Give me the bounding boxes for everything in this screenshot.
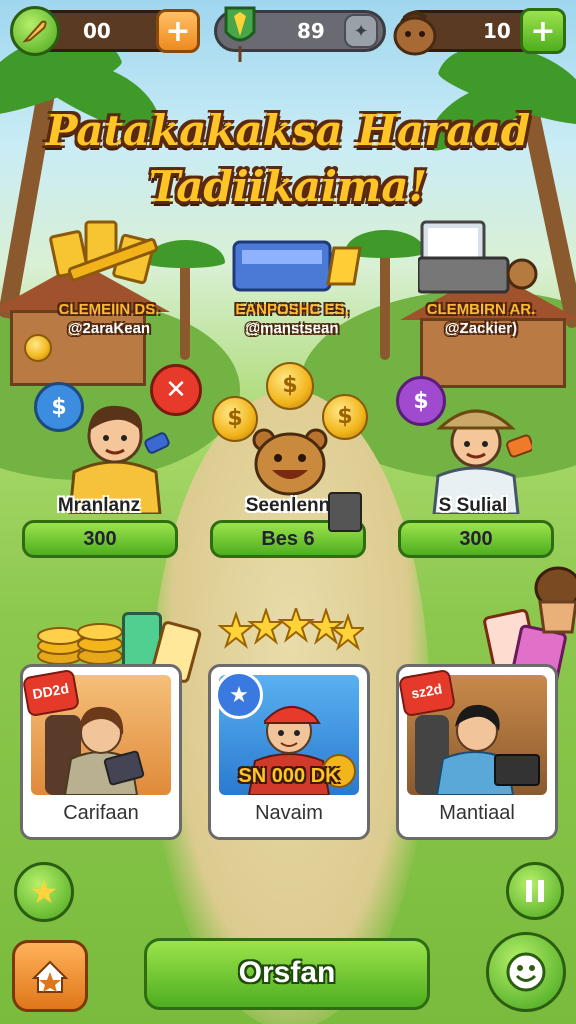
character-center[interactable] bbox=[242, 420, 338, 500]
card-2-title: Navaim bbox=[255, 802, 323, 824]
reward-label-1a: CLEMEIIN DS. bbox=[58, 301, 160, 318]
card-1-title: Carifaan bbox=[63, 802, 139, 824]
character-name-left: Mranlanz bbox=[57, 495, 141, 516]
character-name-right: S Sulial bbox=[438, 495, 508, 516]
home-star-icon[interactable] bbox=[12, 940, 88, 1012]
reward-label-3b: @Zackier) bbox=[444, 320, 518, 337]
title-line2: Tadiikaima! bbox=[148, 162, 428, 211]
add-left-currency-button[interactable]: + bbox=[156, 9, 200, 53]
reward-label-2a: EANPOSHC ES, bbox=[235, 301, 349, 318]
smiley-icon[interactable] bbox=[486, 932, 566, 1012]
laptop-chest-icon bbox=[416, 218, 542, 296]
hud-center-value: 89 bbox=[297, 19, 325, 43]
center-currency-button[interactable]: ✦ bbox=[344, 14, 378, 48]
reward-label-1b: @2araKean bbox=[67, 320, 151, 337]
palm-trunk bbox=[380, 240, 390, 360]
coin-stack-icon bbox=[36, 612, 126, 668]
game-card-3[interactable]: sz2d Mantiaal bbox=[396, 664, 558, 840]
card-3-title: Mantiaal bbox=[439, 802, 515, 824]
coin-icon bbox=[24, 334, 52, 362]
reward-label-3a: CLEMBIRN AR. bbox=[426, 301, 536, 318]
main-action-button[interactable]: Orsfan bbox=[144, 938, 430, 1010]
game-card-1[interactable]: DD2d Carifaan bbox=[20, 664, 182, 840]
coin-icon: $ bbox=[266, 362, 314, 410]
star-icon[interactable]: ★ bbox=[14, 862, 74, 922]
character-left-button[interactable]: 300 bbox=[22, 520, 178, 558]
chest-bell-icon bbox=[230, 228, 370, 298]
game-scene: 00 + 89 ✦ 10 + Patakakaksa Haraad Tadiik… bbox=[0, 0, 576, 1024]
feather-icon bbox=[10, 6, 60, 56]
card-2-overlay: SN 000 DK bbox=[238, 765, 340, 787]
muffin-icon bbox=[532, 566, 576, 636]
title-line1: Patakakaksa Haraad bbox=[45, 106, 531, 155]
character-right-button[interactable]: 300 bbox=[398, 520, 554, 558]
hud-left-value: 00 bbox=[83, 19, 111, 43]
add-right-currency-button[interactable]: + bbox=[520, 8, 566, 54]
bag-icon bbox=[390, 4, 440, 56]
stars-row-icon bbox=[217, 604, 367, 656]
phone-icon bbox=[328, 492, 362, 532]
shield-flag-icon bbox=[222, 2, 258, 62]
game-card-2[interactable]: ★ SN 000 DK Navaim bbox=[208, 664, 370, 840]
pause-icon[interactable] bbox=[506, 862, 564, 920]
hud-right-value: 10 bbox=[483, 19, 511, 43]
gold-bars-icon bbox=[48, 218, 172, 292]
star-badge-icon: ★ bbox=[215, 671, 263, 719]
reward-label-2b: @manstsean bbox=[245, 320, 339, 337]
